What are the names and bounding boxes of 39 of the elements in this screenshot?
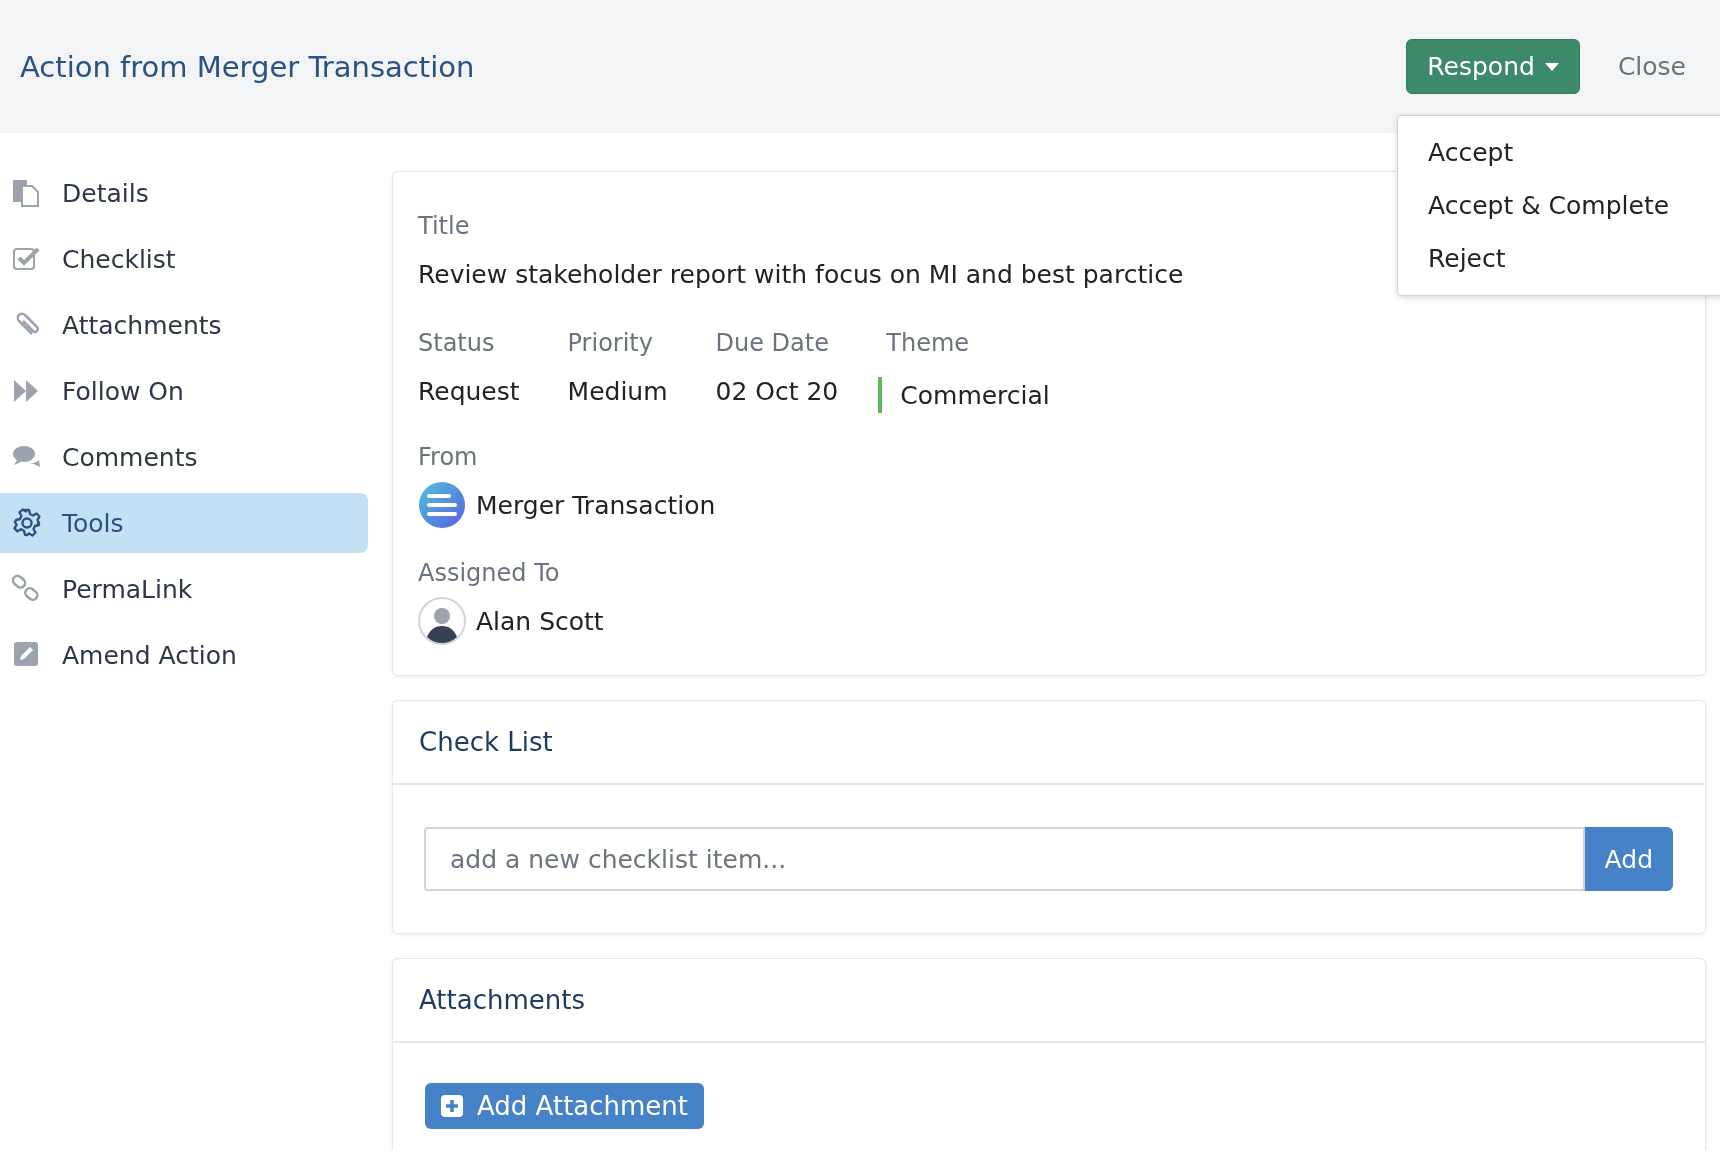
menu-item[interactable]: Reject xyxy=(1398,232,1720,285)
plus-icon xyxy=(441,1095,463,1117)
caret-icon xyxy=(1544,62,1559,71)
page-title: Action from Merger Transaction xyxy=(20,49,476,84)
field-label: Priority xyxy=(567,329,654,357)
checklist-input-field[interactable]: add a new checklist item... xyxy=(424,827,1585,891)
field-value: Medium xyxy=(567,377,668,406)
sidebar-item[interactable]: Tools xyxy=(0,493,368,553)
field-label: Due Date xyxy=(715,329,830,357)
app-logo-icon xyxy=(418,481,466,529)
add-attachment-button[interactable]: Add Attachment xyxy=(425,1083,705,1129)
field-value: Request xyxy=(418,377,520,406)
section-heading: Attachments xyxy=(393,959,1705,1043)
source-name: Merger Transaction xyxy=(476,490,716,520)
sidebar-item[interactable]: Details xyxy=(0,163,368,223)
add-button[interactable]: Add xyxy=(1584,827,1673,891)
field-label: Title xyxy=(418,212,471,240)
field-value: Commercial xyxy=(900,380,1050,410)
field-label: Assigned To xyxy=(418,559,561,587)
menu-item[interactable]: Accept & Complete xyxy=(1398,179,1720,232)
documents-icon xyxy=(12,178,42,208)
avatar xyxy=(418,597,466,645)
action-title: Review stakeholder report with focus on MI and best parctice xyxy=(418,260,1184,289)
assignee-name: Alan Scott xyxy=(476,606,604,636)
close-button[interactable]: Close xyxy=(1613,44,1690,89)
menu-item[interactable]: Accept xyxy=(1398,126,1720,179)
respond-button[interactable]: Respond xyxy=(1406,39,1580,94)
section-heading: Check List xyxy=(393,701,1705,785)
sidebar-item[interactable]: Checklist xyxy=(0,229,368,289)
sidebar-item[interactable]: Attachments xyxy=(0,295,368,355)
field-label: Theme xyxy=(886,329,971,357)
field-value: 02 Oct 20 xyxy=(715,377,839,406)
field-label: Status xyxy=(418,329,496,357)
sidebar-item[interactable]: PermaLink xyxy=(0,559,368,619)
sidebar-item[interactable]: Comments xyxy=(0,427,368,487)
settings-icon xyxy=(12,508,42,538)
field-label: From xyxy=(418,443,479,471)
sidebar-item[interactable]: Amend Action xyxy=(0,625,368,685)
sidebar-item[interactable]: Follow On xyxy=(0,361,368,421)
